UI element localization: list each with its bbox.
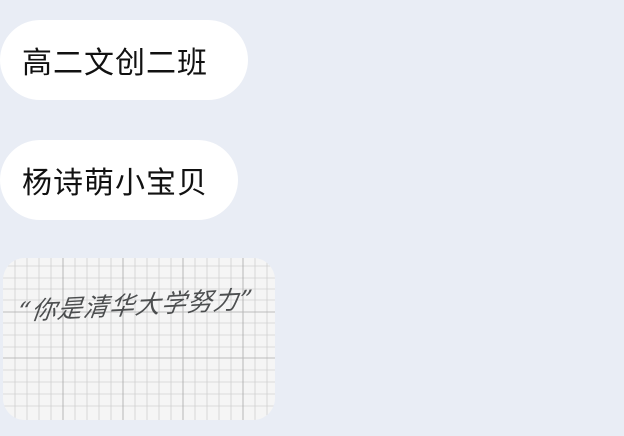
message-text: 高二文创二班 bbox=[22, 46, 208, 81]
message-bubble[interactable]: 高二文创二班 bbox=[0, 20, 248, 100]
image-message[interactable]: “你是清华大学努力” bbox=[3, 258, 275, 420]
message-bubble[interactable]: 杨诗萌小宝贝 bbox=[0, 140, 238, 220]
message-text: 杨诗萌小宝贝 bbox=[22, 166, 208, 201]
chat-screen: { "messages": [ { "type": "text", "text"… bbox=[0, 0, 624, 436]
